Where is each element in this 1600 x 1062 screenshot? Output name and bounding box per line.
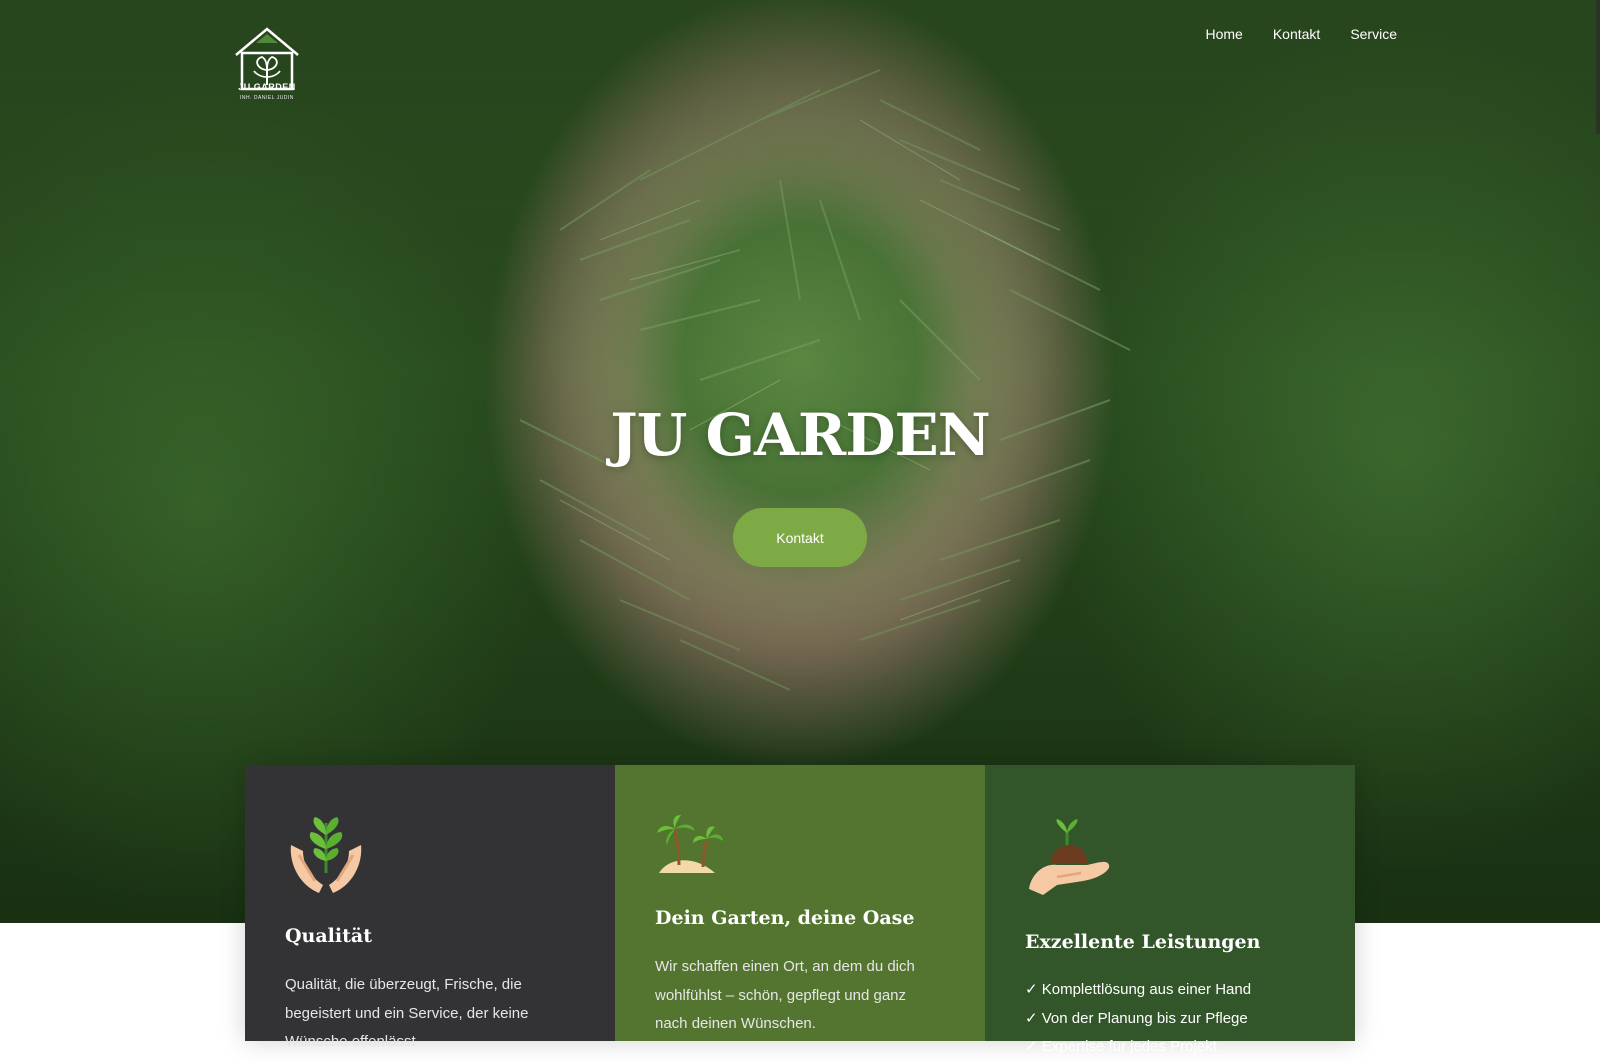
scrollbar[interactable] — [1596, 0, 1600, 134]
card-title: Qualität — [285, 925, 372, 947]
list-item: Expertise für jedes Projekt — [1025, 1033, 1251, 1062]
feature-card-qualitaet: Qualität Qualität, die überzeugt, Frisch… — [245, 765, 615, 1050]
plant-hands-icon — [290, 817, 362, 893]
feature-cards: Qualität Qualität, die überzeugt, Frisch… — [245, 765, 1355, 1055]
list-item: Komplettlösung aus einer Hand — [1025, 976, 1251, 1005]
logo-subtitle: INH. DANIEL JUDIN — [240, 95, 294, 101]
card-title: Exzellente Leistungen — [1025, 931, 1261, 953]
list-item: Von der Planung bis zur Pflege — [1025, 1005, 1251, 1034]
logo-name: JU GARDEN — [238, 82, 296, 92]
card-title: Dein Garten, deine Oase — [655, 907, 915, 929]
feature-card-leistungen: Exzellente Leistungen Komplettlösung aus… — [985, 765, 1355, 1055]
sprout-hand-icon — [1029, 819, 1110, 895]
card-text: Qualität, die überzeugt, Frische, die be… — [285, 976, 529, 1050]
kontakt-button[interactable]: Kontakt — [733, 508, 867, 567]
nav-home[interactable]: Home — [1205, 26, 1242, 42]
hero-title: JU GARDEN — [610, 400, 990, 469]
main-nav: Home Kontakt Service — [1205, 26, 1397, 42]
nav-kontakt[interactable]: Kontakt — [1273, 26, 1320, 42]
card-list: Komplettlösung aus einer Hand Von der Pl… — [1025, 976, 1251, 1062]
palm-island-icon — [657, 815, 723, 873]
nav-service[interactable]: Service — [1350, 26, 1397, 42]
card-text: Wir schaffen einen Ort, an dem du dich w… — [655, 958, 915, 1032]
feature-card-oase: Dein Garten, deine Oase Wir schaffen ein… — [615, 765, 985, 1041]
